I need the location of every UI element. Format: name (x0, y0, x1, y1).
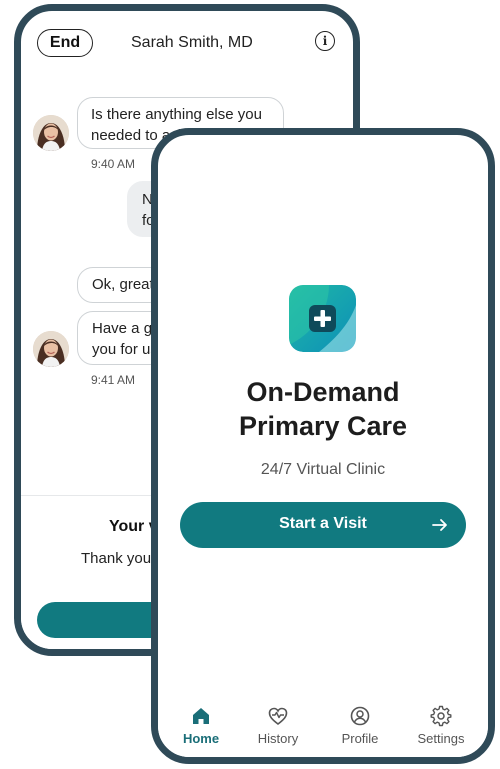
tab-profile-label: Profile (341, 731, 379, 746)
chat-header: End Sarah Smith, MD i (21, 25, 353, 65)
app-title-line: On-Demand (246, 377, 400, 407)
start-visit-label: Start a Visit (279, 515, 367, 532)
doctor-name: Sarah Smith, MD (131, 34, 253, 51)
tab-bar: Home History Profile Settings (158, 697, 488, 757)
tab-settings-label: Settings (417, 731, 465, 746)
app-title-line: Primary Care (238, 411, 408, 441)
heart-icon (268, 707, 288, 726)
tab-profile[interactable]: Profile (325, 705, 395, 755)
feedback-text: Thank you (81, 550, 152, 567)
tab-history[interactable]: History (243, 705, 313, 755)
gear-icon (430, 705, 452, 727)
arrow-right-icon (432, 519, 447, 531)
tab-settings[interactable]: Settings (406, 705, 476, 755)
message-line: Is there anything else you (91, 106, 262, 123)
message-timestamp: 9:41 AM (91, 373, 136, 387)
end-button[interactable]: End (37, 29, 93, 57)
tab-home-label: Home (182, 731, 220, 746)
profile-icon (350, 706, 370, 726)
tab-history-label: History (257, 731, 299, 746)
home-phone: On-Demand Primary Care 24/7 Virtual Clin… (151, 128, 495, 764)
doctor-avatar (33, 331, 69, 367)
message-line: Ok, great. (92, 276, 158, 293)
message-timestamp: 9:40 AM (91, 157, 136, 171)
app-title: On-Demand Primary Care (158, 375, 488, 443)
end-button-label: End (49, 34, 81, 51)
app-logo (289, 285, 356, 352)
doctor-avatar (33, 115, 69, 151)
stage: End Sarah Smith, MD i Is there anything … (0, 0, 500, 769)
home-icon (193, 708, 209, 724)
tab-home[interactable]: Home (166, 705, 236, 755)
app-subtitle: 24/7 Virtual Clinic (260, 461, 386, 478)
start-visit-button[interactable]: Start a Visit (180, 502, 466, 548)
info-icon[interactable]: i (315, 31, 335, 51)
